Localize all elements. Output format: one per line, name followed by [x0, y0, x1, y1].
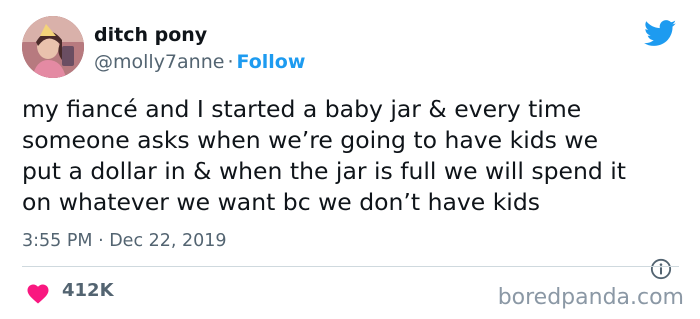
- handle-row: @molly7anne · Follow: [94, 49, 305, 75]
- user-handle[interactable]: @molly7anne: [94, 51, 224, 73]
- avatar[interactable]: [22, 16, 84, 78]
- follow-button[interactable]: Follow: [237, 51, 306, 73]
- source-watermark: boredpanda.com: [497, 285, 684, 310]
- separator-dot: ·: [227, 51, 234, 73]
- tweet-card: ditch pony @molly7anne · Follow my fiancé …: [0, 0, 700, 319]
- info-icon[interactable]: [650, 258, 672, 280]
- like-count[interactable]: 412K: [62, 279, 114, 303]
- tweet-text: my fiancé and I started a baby jar & eve…: [22, 95, 626, 216]
- heart-icon[interactable]: [26, 282, 50, 304]
- twitter-bird-icon[interactable]: [644, 20, 677, 47]
- divider: [22, 266, 679, 267]
- display-name[interactable]: ditch pony: [94, 22, 207, 48]
- avatar-image: [22, 16, 84, 78]
- tweet-timestamp[interactable]: 3:55 PM · Dec 22, 2019: [22, 229, 227, 253]
